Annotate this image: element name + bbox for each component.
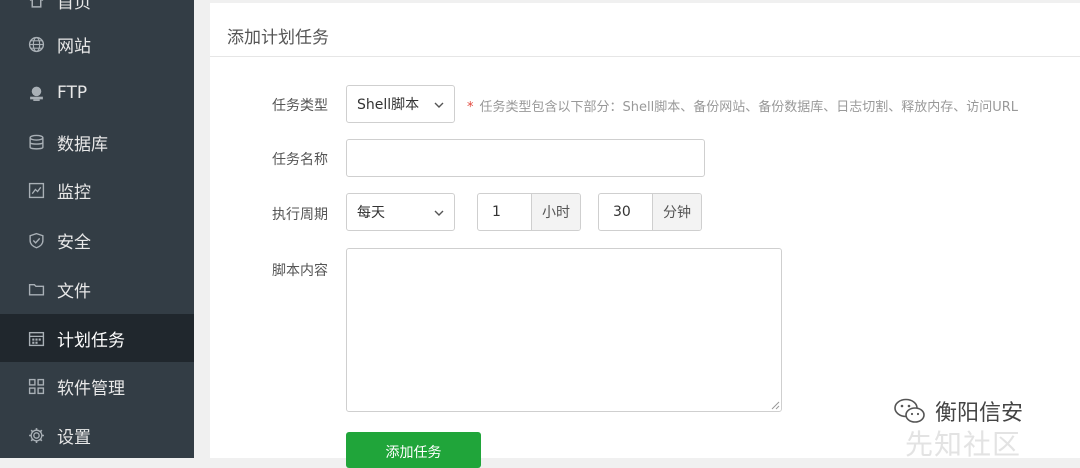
- minute-input[interactable]: 30: [599, 194, 652, 230]
- ftp-icon: [27, 84, 45, 102]
- watermark-secondary: 先知社区: [905, 428, 1022, 461]
- sidebar-item-label: 数据库: [57, 134, 108, 155]
- sidebar: 首页 网站 FTP 数据库 监控 安全 文件 计划任务 软件管理 设置: [0, 0, 194, 458]
- hint-text: 任务类型包含以下部分：Shell脚本、备份网站、备份数据库、日志切割、释放内存、…: [479, 100, 1019, 115]
- minute-input-group[interactable]: 30 分钟: [598, 193, 702, 231]
- task-type-label: 任务类型: [272, 98, 328, 114]
- task-name-label: 任务名称: [272, 152, 328, 168]
- sidebar-item-security[interactable]: 安全: [0, 216, 194, 264]
- sidebar-item-label: 设置: [57, 427, 91, 448]
- sidebar-item-label: 计划任务: [57, 330, 125, 351]
- task-type-value: Shell脚本: [357, 97, 420, 113]
- gear-icon: [27, 426, 45, 444]
- hour-unit: 小时: [531, 194, 580, 230]
- cycle-label: 执行周期: [272, 207, 328, 223]
- script-label: 脚本内容: [272, 263, 328, 279]
- sidebar-item-software[interactable]: 软件管理: [0, 362, 194, 410]
- task-name-input[interactable]: [346, 139, 705, 177]
- globe-icon: [27, 35, 45, 53]
- sidebar-item-website[interactable]: 网站: [0, 20, 194, 68]
- sidebar-item-label: 监控: [57, 182, 91, 203]
- sidebar-item-files[interactable]: 文件: [0, 265, 194, 313]
- sidebar-item-cron[interactable]: 计划任务: [0, 314, 194, 362]
- sidebar-item-monitor[interactable]: 监控: [0, 166, 194, 214]
- shield-icon: [27, 231, 45, 249]
- minute-unit: 分钟: [652, 194, 701, 230]
- calendar-icon: [27, 329, 45, 347]
- wechat-icon: [894, 398, 925, 423]
- chevron-down-icon: [434, 102, 444, 108]
- folder-icon: [27, 280, 45, 298]
- home-icon: [27, 0, 45, 9]
- sidebar-item-label: 首页: [57, 0, 91, 13]
- database-icon: [27, 133, 45, 151]
- chevron-down-icon: [434, 210, 444, 216]
- task-type-hint: * 任务类型包含以下部分：Shell脚本、备份网站、备份数据库、日志切割、释放内存…: [467, 96, 1018, 115]
- panel-header: 添加计划任务: [210, 0, 1080, 57]
- cycle-value: 每天: [357, 205, 385, 221]
- add-task-button-label: 添加任务: [385, 445, 442, 461]
- hour-input-group[interactable]: 1 小时: [477, 193, 581, 231]
- sidebar-item-label: 安全: [57, 232, 91, 253]
- monitor-icon: [27, 181, 45, 199]
- sidebar-item-label: FTP: [57, 83, 88, 103]
- script-textarea[interactable]: [346, 248, 782, 412]
- sidebar-item-database[interactable]: 数据库: [0, 118, 194, 166]
- task-type-select[interactable]: Shell脚本: [346, 85, 455, 123]
- grid-icon: [27, 377, 45, 395]
- required-star: *: [467, 100, 474, 115]
- cycle-select[interactable]: 每天: [346, 193, 455, 231]
- resize-grip-icon[interactable]: [771, 401, 780, 410]
- sidebar-item-label: 文件: [57, 281, 91, 302]
- add-task-button[interactable]: 添加任务: [346, 432, 481, 468]
- sidebar-item-ftp[interactable]: FTP: [0, 69, 194, 117]
- hour-input[interactable]: 1: [478, 194, 531, 230]
- sidebar-item-label: 网站: [57, 36, 91, 57]
- sidebar-item-label: 软件管理: [57, 378, 125, 399]
- add-cron-panel: 添加计划任务 任务类型 Shell脚本 * 任务类型包含以下部分：Shell脚本、…: [210, 0, 1080, 468]
- page-title: 添加计划任务: [227, 28, 329, 48]
- sidebar-item-settings[interactable]: 设置: [0, 411, 194, 459]
